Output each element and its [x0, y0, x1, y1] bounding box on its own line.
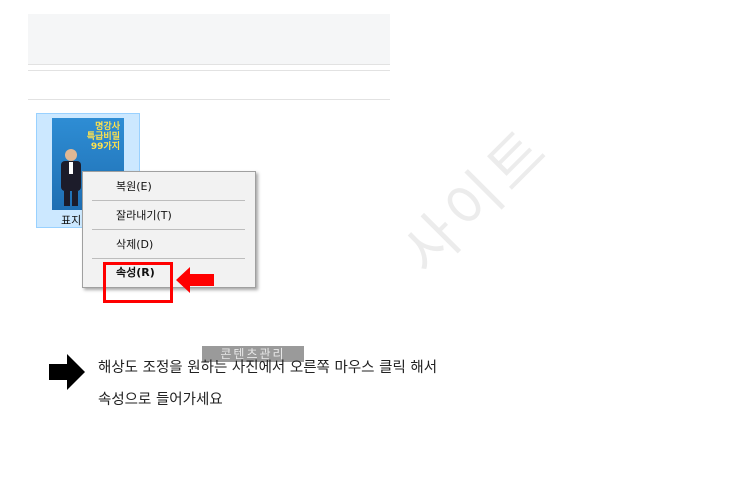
explorer-toolbar-area — [28, 14, 390, 64]
highlight-box — [103, 262, 173, 303]
watermark-text: 사이트 — [389, 113, 564, 288]
divider-bottom — [28, 99, 390, 100]
menu-item-restore[interactable]: 복원(E) — [116, 180, 152, 194]
menu-separator — [92, 258, 245, 259]
person-image — [61, 149, 81, 206]
instruction-line-2: 속성으로 들어가세요 — [98, 392, 223, 408]
instruction-line-1: 해상도 조정을 원하는 사진에서 오른쪽 마우스 클릭 해서 — [98, 360, 438, 376]
menu-separator — [92, 200, 245, 201]
menu-item-delete[interactable]: 삭제(D) — [116, 238, 153, 252]
red-arrow-icon — [176, 267, 214, 293]
file-name-label: 표지 — [61, 214, 82, 227]
divider-middle — [28, 70, 390, 71]
black-arrow-icon — [49, 354, 85, 390]
menu-separator — [92, 229, 245, 230]
menu-item-cut[interactable]: 잘라내기(T) — [116, 209, 172, 223]
divider-top — [28, 64, 390, 65]
